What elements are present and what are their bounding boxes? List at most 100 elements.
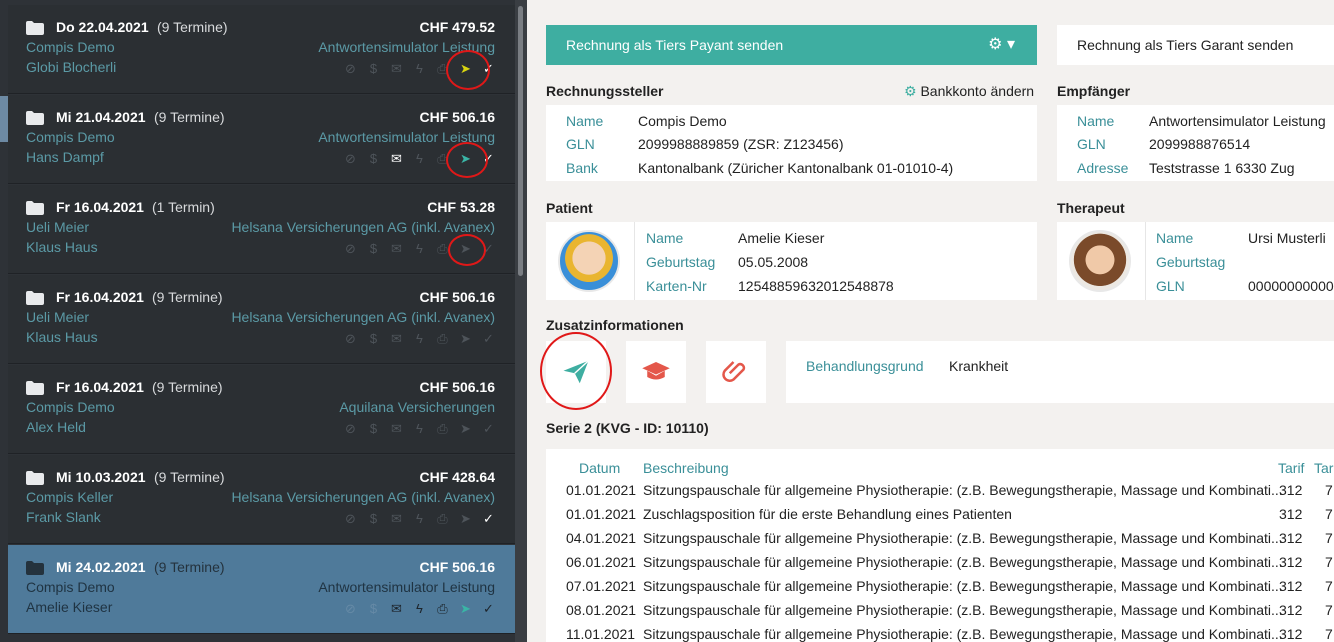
invoice-provider: Compis Demo — [26, 579, 115, 595]
cell-beschreibung: Sitzungspauschale für allgemeine Physiot… — [643, 626, 1283, 642]
invoice-status-icons: ⊘ $ ✉ ϟ ⎙ ➤ ✓ — [342, 60, 497, 77]
invoice-list-item[interactable]: Fr 16.04.2021 (9 Termine) CHF 506.16 Ueli M… — [8, 275, 515, 364]
invoice-list-item[interactable]: Do 22.04.2021 (9 Termine) CHF 479.52 Compis… — [8, 5, 515, 94]
invoice-list-panel: Do 22.04.2021 (9 Termine) CHF 479.52 Compis… — [0, 0, 527, 642]
invoice-appointment-count: (9 Termine) — [154, 469, 225, 485]
invoice-provider: Compis Demo — [26, 399, 115, 415]
bolt-icon: ϟ — [416, 61, 423, 76]
empfaenger-card: Name Antwortensimulator Leistung GLN 20999… — [1057, 105, 1334, 181]
check-icon: ✓ — [483, 61, 494, 76]
table-row[interactable]: 11.01.2021 Sitzungspauschale für allgemei… — [546, 626, 1334, 642]
invoice-status-icons: ⊘ $ ✉ ϟ ⎙ ➤ ✓ — [342, 150, 497, 167]
send-icon: ➤ — [460, 421, 471, 436]
table-row[interactable]: 06.01.2021 Sitzungspauschale für allgemei… — [546, 554, 1334, 578]
cell-beschreibung: Sitzungspauschale für allgemeine Physiot… — [643, 482, 1283, 498]
cell-beschreibung: Sitzungspauschale für allgemeine Physiot… — [643, 554, 1283, 570]
zusatz-reason-card: Behandlungsgrund Krankheit — [786, 341, 1334, 403]
invoice-amount: CHF 506.16 — [419, 379, 495, 395]
cell-extra: 7 — [1325, 626, 1333, 642]
invoice-list-item[interactable]: Fr 16.04.2021 (1 Termin) CHF 53.28 Ueli Mei… — [8, 185, 515, 274]
bank-change-link[interactable]: ⚙ Bankkonto ändern — [904, 83, 1034, 100]
rechnungssteller-card: Name Compis Demo GLN 2099988889859 (ZSR: Z… — [546, 105, 1037, 181]
invoice-provider: Ueli Meier — [26, 219, 90, 235]
column-header-datum[interactable]: Datum — [579, 460, 620, 476]
cell-tarif: 312 — [1279, 506, 1303, 522]
invoice-patient: Klaus Haus — [26, 239, 98, 255]
printer-icon: ⎙ — [437, 331, 448, 346]
table-row[interactable]: 01.01.2021 Sitzungspauschale für allgemei… — [546, 482, 1334, 506]
cancel-icon: ⊘ — [345, 601, 356, 616]
invoice-date: Do 22.04.2021 — [56, 19, 149, 35]
cell-datum: 07.01.2021 — [566, 578, 637, 594]
cell-datum: 01.01.2021 — [566, 482, 637, 498]
invoice-list-item[interactable]: Mi 24.02.2021 (9 Termine) CHF 506.16 Compis… — [8, 545, 515, 634]
table-row[interactable]: 08.01.2021 Sitzungspauschale für allgemei… — [546, 602, 1334, 626]
invoice-patient: Amelie Kieser — [26, 599, 113, 615]
invoice-list-item[interactable]: Fr 16.04.2021 (9 Termine) CHF 506.16 Compis… — [8, 365, 515, 454]
table-row[interactable]: 04.01.2021 Sitzungspauschale für allgemei… — [546, 530, 1334, 554]
cell-datum: 08.01.2021 — [566, 602, 637, 618]
cell-datum: 04.01.2021 — [566, 530, 637, 546]
printer-icon: ⎙ — [437, 511, 448, 526]
cell-beschreibung: Sitzungspauschale für allgemeine Physiot… — [643, 578, 1283, 594]
invoice-amount: CHF 428.64 — [419, 469, 495, 485]
cell-datum: 01.01.2021 — [566, 506, 637, 522]
serie-table: Datum Beschreibung Tarif Tari 01.01.2021… — [546, 449, 1334, 642]
table-row[interactable]: 01.01.2021 Zuschlagsposition für die erst… — [546, 506, 1334, 530]
check-icon: ✓ — [483, 151, 494, 166]
send-tiers-garant-button[interactable]: Rechnung als Tiers Garant senden — [1057, 25, 1334, 65]
education-tile[interactable] — [626, 341, 686, 403]
invoice-insurer: Antwortensimulator Leistung — [318, 579, 495, 595]
cell-beschreibung: Sitzungspauschale für allgemeine Physiot… — [643, 602, 1283, 618]
cell-extra: 7 — [1325, 578, 1333, 594]
bank-change-label: Bankkonto ändern — [920, 83, 1035, 99]
invoice-patient: Alex Held — [26, 419, 86, 435]
column-header-tarif[interactable]: Tarif — [1278, 460, 1304, 476]
attachment-tile[interactable] — [706, 341, 766, 403]
cell-extra: 7 — [1325, 602, 1333, 618]
mail-icon: ✉ — [391, 151, 402, 166]
folder-icon — [26, 111, 44, 125]
check-icon: ✓ — [483, 241, 494, 256]
mail-icon: ✉ — [391, 241, 402, 256]
cell-extra: 7 — [1325, 506, 1333, 522]
cell-extra: 7 — [1325, 530, 1333, 546]
table-row[interactable]: 07.01.2021 Sitzungspauschale für allgemei… — [546, 578, 1334, 602]
dollar-icon: $ — [369, 601, 378, 616]
zusatz-title: Zusatzinformationen — [546, 317, 684, 333]
folder-icon — [26, 381, 44, 395]
invoice-amount: CHF 506.16 — [419, 289, 495, 305]
send-tiers-payant-label: Rechnung als Tiers Payant senden — [566, 37, 784, 53]
send-tiers-payant-button[interactable]: Rechnung als Tiers Payant senden ⚙ ▾ — [546, 25, 1037, 65]
invoice-patient: Hans Dampf — [26, 149, 104, 165]
bolt-icon: ϟ — [416, 241, 423, 256]
printer-icon: ⎙ — [437, 151, 448, 166]
cell-datum: 11.01.2021 — [566, 626, 636, 642]
bolt-icon: ϟ — [416, 601, 423, 616]
invoice-amount: CHF 506.16 — [419, 109, 495, 125]
mail-icon: ✉ — [391, 601, 402, 616]
invoice-patient: Klaus Haus — [26, 329, 98, 345]
cancel-icon: ⊘ — [345, 331, 356, 346]
send-tile[interactable] — [546, 341, 606, 403]
invoice-appointment-count: (9 Termine) — [157, 19, 228, 35]
list-scrollbar-thumb[interactable] — [518, 6, 523, 276]
invoice-provider: Compis Demo — [26, 129, 115, 145]
invoice-status-icons: ⊘ $ ✉ ϟ ⎙ ➤ ✓ — [342, 510, 497, 527]
gear-dropdown-icon[interactable]: ⚙ ▾ — [988, 25, 1015, 65]
send-icon: ➤ — [460, 511, 471, 526]
invoice-appointment-count: (9 Termine) — [152, 379, 223, 395]
column-header-beschreibung[interactable]: Beschreibung — [643, 460, 729, 476]
gear-icon: ⚙ — [904, 83, 917, 99]
cell-tarif: 312 — [1279, 554, 1303, 570]
cancel-icon: ⊘ — [345, 151, 356, 166]
bolt-icon: ϟ — [416, 421, 423, 436]
invoice-list-item[interactable]: Mi 21.04.2021 (9 Termine) CHF 506.16 Compis… — [8, 95, 515, 184]
invoice-list-item[interactable]: Mi 10.03.2021 (9 Termine) CHF 428.64 Compis… — [8, 455, 515, 544]
mail-icon: ✉ — [391, 331, 402, 346]
invoice-patient: Globi Blocherli — [26, 59, 117, 75]
column-header-tarif2[interactable]: Tari — [1314, 460, 1334, 476]
printer-icon: ⎙ — [437, 61, 448, 76]
folder-icon — [26, 201, 44, 215]
cell-beschreibung: Sitzungspauschale für allgemeine Physiot… — [643, 530, 1283, 546]
